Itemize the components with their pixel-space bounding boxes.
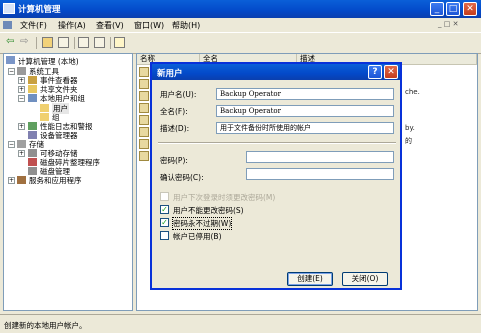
confirm-password-label: 确认密码(C): bbox=[160, 173, 204, 182]
account-disabled-label: 帐户已停用(B) bbox=[173, 232, 222, 241]
cannot-change-password-label: 用户不能更改密码(S) bbox=[173, 206, 244, 215]
console-tree: 计算机管理 (本地) − 系统工具 + 事件查看器 + 共享文件夹 − 本地用户… bbox=[3, 53, 133, 311]
expand-icon[interactable]: + bbox=[8, 177, 15, 184]
dialog-title-bar[interactable]: 新用户 ? ✕ bbox=[152, 64, 400, 80]
username-field[interactable]: Backup Operator bbox=[216, 88, 394, 100]
username-label: 用户名(U): bbox=[160, 90, 197, 99]
back-arrow-icon[interactable]: ⇦ bbox=[6, 36, 14, 47]
expand-icon[interactable]: + bbox=[18, 86, 25, 93]
toolbar-separator bbox=[74, 37, 75, 49]
collapse-icon[interactable]: − bbox=[8, 141, 15, 148]
computer-management-icon bbox=[3, 3, 15, 14]
show-tree-icon[interactable] bbox=[58, 37, 69, 48]
user-icon[interactable] bbox=[139, 79, 149, 89]
folder-open-icon bbox=[40, 104, 49, 112]
create-button[interactable]: 创建(E) bbox=[287, 272, 333, 286]
users-groups-icon bbox=[28, 94, 37, 102]
help-button[interactable]: ? bbox=[368, 65, 382, 79]
close-dialog-button[interactable]: ✕ bbox=[384, 65, 398, 79]
folder-icon bbox=[40, 113, 49, 121]
child-window-controls[interactable]: _ □ ✕ bbox=[438, 20, 458, 28]
fullname-label: 全名(F): bbox=[160, 107, 188, 116]
menu-action[interactable]: 操作(A) bbox=[58, 20, 86, 31]
defrag-icon bbox=[28, 158, 37, 166]
collapse-icon[interactable]: − bbox=[18, 95, 25, 102]
toolbar-separator bbox=[36, 37, 37, 49]
user-icon[interactable] bbox=[139, 139, 149, 149]
help-book-icon[interactable] bbox=[114, 37, 125, 48]
tools-icon bbox=[17, 67, 26, 75]
mmc-icon bbox=[3, 21, 12, 29]
fullname-field[interactable]: Backup Operator bbox=[216, 105, 394, 117]
user-icon[interactable] bbox=[139, 103, 149, 113]
confirm-password-field[interactable] bbox=[246, 168, 394, 180]
account-disabled-checkbox[interactable] bbox=[160, 231, 169, 240]
password-field[interactable] bbox=[246, 151, 394, 163]
window-title: 计算机管理 bbox=[18, 5, 61, 15]
toolbar-separator bbox=[110, 37, 111, 49]
description-field[interactable]: 用于文件备份时所使用的帐户 bbox=[216, 122, 394, 134]
menu-help[interactable]: 帮助(H) bbox=[172, 20, 200, 31]
tree-device-manager[interactable]: 设备管理器 bbox=[40, 130, 78, 141]
up-folder-icon[interactable] bbox=[42, 37, 53, 48]
cannot-change-password-checkbox[interactable]: ✓ bbox=[160, 205, 169, 214]
user-icon[interactable] bbox=[139, 127, 149, 137]
menu-window[interactable]: 窗口(W) bbox=[134, 20, 164, 31]
refresh-icon[interactable] bbox=[78, 37, 89, 48]
user-icon[interactable] bbox=[139, 91, 149, 101]
dialog-title: 新用户 bbox=[157, 69, 183, 79]
description-fragment: che. bbox=[405, 88, 420, 96]
forward-arrow-icon[interactable]: ⇨ bbox=[20, 36, 28, 47]
expand-icon[interactable]: + bbox=[18, 123, 25, 130]
toolbar: ⇦ ⇨ bbox=[0, 32, 481, 54]
must-change-password-label: 用户下次登录时须更改密码(M) bbox=[173, 193, 276, 202]
storage-icon bbox=[17, 140, 26, 148]
close-button[interactable]: 关闭(O) bbox=[342, 272, 388, 286]
maximize-button[interactable]: □ bbox=[446, 2, 460, 16]
perf-logs-icon bbox=[28, 122, 37, 130]
computer-icon bbox=[6, 56, 15, 64]
password-never-expires-label: 密码永不过期(W) bbox=[171, 217, 233, 230]
menu-view[interactable]: 查看(V) bbox=[96, 20, 124, 31]
shared-folder-icon bbox=[28, 85, 37, 93]
description-label: 描述(D): bbox=[160, 124, 190, 133]
disk-management-icon bbox=[28, 167, 37, 175]
password-label: 密码(P): bbox=[160, 156, 188, 165]
minimize-button[interactable]: _ bbox=[430, 2, 444, 16]
status-bar: 创建新的本地用户帐户。 bbox=[0, 314, 481, 333]
expand-icon[interactable]: + bbox=[18, 77, 25, 84]
new-user-dialog: 新用户 ? ✕ 用户名(U): Backup Operator 全名(F): B… bbox=[150, 62, 402, 290]
services-icon bbox=[17, 176, 26, 184]
must-change-password-checkbox[interactable] bbox=[160, 192, 169, 201]
user-icon[interactable] bbox=[139, 151, 149, 161]
tree-services-apps[interactable]: 服务和应用程序 bbox=[29, 175, 82, 186]
collapse-icon[interactable]: − bbox=[8, 68, 15, 75]
device-manager-icon bbox=[28, 131, 37, 139]
title-bar[interactable]: 计算机管理 _ □ ✕ bbox=[0, 0, 481, 18]
event-viewer-icon bbox=[28, 76, 37, 84]
export-list-icon[interactable] bbox=[94, 37, 105, 48]
close-window-button[interactable]: ✕ bbox=[463, 2, 477, 16]
user-icon[interactable] bbox=[139, 67, 149, 77]
user-icon[interactable] bbox=[139, 115, 149, 125]
menu-file[interactable]: 文件(F) bbox=[20, 20, 47, 31]
status-text: 创建新的本地用户帐户。 bbox=[4, 321, 87, 330]
removable-storage-icon bbox=[28, 149, 37, 157]
password-never-expires-checkbox[interactable]: ✓ bbox=[160, 218, 169, 227]
expand-icon[interactable]: + bbox=[18, 150, 25, 157]
separator bbox=[158, 142, 396, 144]
description-fragment: by. bbox=[405, 124, 415, 132]
description-fragment: 的 bbox=[405, 137, 412, 145]
menu-bar: 文件(F) 操作(A) 查看(V) 窗口(W) 帮助(H) _ □ ✕ bbox=[0, 18, 481, 32]
